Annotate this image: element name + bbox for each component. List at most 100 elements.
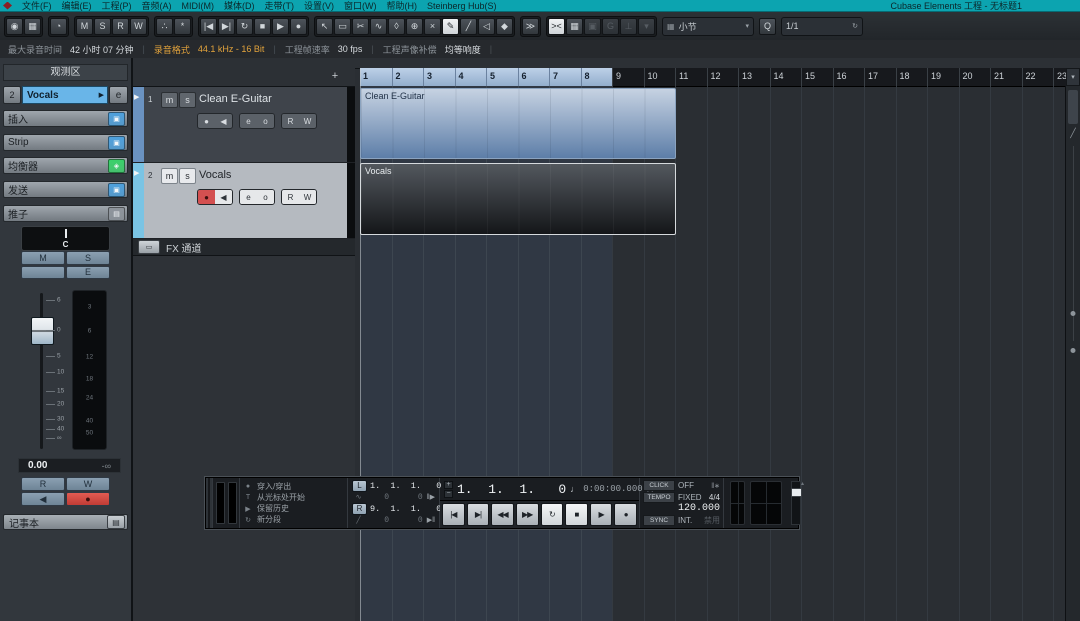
tempo-value[interactable]: 120.000 [678,503,720,514]
edit-channel-button[interactable]: e [240,114,257,128]
ruler-bar-22[interactable]: 22 [1022,68,1054,86]
goto-zero-button[interactable]: |◀ [442,503,465,526]
track-mute-button[interactable]: m [161,92,178,108]
color-tool[interactable]: ◆ [496,18,513,35]
mute-tool[interactable]: × [424,18,441,35]
solo-button[interactable]: S [66,251,110,265]
rewind-button[interactable]: ◀◀ [491,503,514,526]
left-locator-button[interactable]: L [352,480,367,492]
edit-channel-button[interactable]: e [109,86,128,104]
ruler-bar-16[interactable]: 16 [833,68,865,86]
ruler-bar-10[interactable]: 10 [644,68,676,86]
ruler-bar-13[interactable]: 13 [738,68,770,86]
edit-channel-button[interactable]: e [240,190,257,204]
menu-item-0[interactable]: 文件(F) [17,0,57,12]
ruler-bar-1[interactable]: 1 [360,68,392,86]
monitor-button[interactable]: ◀ [21,492,65,506]
mute-button[interactable]: M [21,251,65,265]
menu-item-2[interactable]: 工程(P) [97,0,137,12]
ruler-bar-23[interactable]: 23 [1053,68,1066,86]
menu-item-10[interactable]: Steinberg Hub(S) [422,1,502,11]
vertical-scrollbar[interactable] [1068,90,1078,124]
menu-item-5[interactable]: 媒体(D) [219,0,260,12]
select-tool[interactable]: ↖ [316,18,333,35]
track-row-1[interactable]: ▶1msClean E-Guitar●◀eoRW [133,87,355,163]
ruler-bar-12[interactable]: 12 [707,68,739,86]
notepad-bar[interactable]: 记事本 ▤ [3,514,128,530]
click-button[interactable]: CLICK [643,480,675,491]
global-s-button[interactable]: S [94,18,111,35]
snap-type-grid-button[interactable]: ▦ [566,18,583,35]
window-layout-button[interactable]: ▦ [24,18,41,35]
gain-display[interactable]: 0.00 -∞ [18,458,121,473]
inspector-section-4[interactable]: 推子▤ [3,205,128,222]
right-locator-value[interactable]: 9. 1. 1. 0 [370,504,441,514]
inspector-track-name[interactable]: Vocals ▶ [22,86,108,104]
global-r-button[interactable]: R [112,18,129,35]
glue-tool[interactable]: ∿ [370,18,387,35]
track-solo-button[interactable]: s [179,168,196,184]
record-enable-button[interactable]: ● [66,492,110,506]
eq-icon[interactable]: ◈ [108,159,125,173]
zoom-slider-handle[interactable] [1071,311,1076,316]
menu-item-6[interactable]: 走带(T) [260,0,300,12]
fader-handle[interactable] [31,317,54,345]
transport-grip[interactable] [206,478,213,528]
inserts-icon[interactable]: ▣ [108,112,125,126]
output-level-handle[interactable] [791,488,802,497]
write-automation-button[interactable]: W [299,114,316,128]
goto-end-button[interactable]: ▶| [467,503,490,526]
record-button[interactable]: ● [614,503,637,526]
menu-item-9[interactable]: 帮助(H) [382,0,423,12]
menu-item-4[interactable]: MIDI(M) [177,1,220,11]
ruler-bar-5[interactable]: 5 [486,68,518,86]
ruler-bar-20[interactable]: 20 [959,68,991,86]
ruler-bar-17[interactable]: 17 [864,68,896,86]
read-automation-button[interactable]: R [282,114,299,128]
autoscroll-button[interactable]: ≫ [522,18,539,35]
postroll-values[interactable]: 0 0▶‖ [368,516,435,525]
quantize-dropdown[interactable]: 1/1 ↻ [781,17,863,36]
fader-icon[interactable]: ▤ [108,207,125,221]
secondary-time-display[interactable]: 0:00:00.000 [583,484,642,494]
range-tool[interactable]: ▭ [334,18,351,35]
audio-event-clean-e-guitar[interactable]: Clean E-Guitar [360,88,676,159]
forward-button[interactable]: ▶▶ [516,503,539,526]
track-number-badge[interactable]: 2 [3,86,21,104]
record-button[interactable]: ● [290,18,307,35]
nudge-minus-button[interactable]: − [444,490,453,498]
inspector-section-1[interactable]: Strip▣ [3,134,128,151]
snap-on-off-button[interactable]: >< [548,18,565,35]
ruler-bar-21[interactable]: 21 [990,68,1022,86]
play-button[interactable]: ▶ [590,503,613,526]
track-solo-button[interactable]: s [179,92,196,108]
edit-button[interactable]: E [66,266,110,280]
menu-item-1[interactable]: 编辑(E) [57,0,97,12]
global-w-button[interactable]: W [130,18,147,35]
ruler-bar-3[interactable]: 3 [423,68,455,86]
sync-button[interactable]: SYNC [643,515,675,526]
ruler-bar-15[interactable]: 15 [801,68,833,86]
ruler-options-button[interactable]: ▾ [1066,68,1080,86]
line-tool[interactable]: ╱ [460,18,477,35]
left-locator-value[interactable]: 1. 1. 1. 0 [370,481,441,491]
tempo-button[interactable]: TEMPO [643,492,675,503]
ruler-bar-11[interactable]: 11 [675,68,707,86]
right-locator-button[interactable]: R [352,503,367,515]
activate-project-button[interactable]: ◉ [6,18,23,35]
goto-next-marker-button[interactable]: ▶| [218,18,235,35]
punch-in-icon[interactable]: ‖▶ [427,494,435,501]
ruler-bar-9[interactable]: 9 [612,68,644,86]
stop-button[interactable]: ■ [254,18,271,35]
sends-icon[interactable]: ▣ [108,183,125,197]
fx-channel-folder[interactable]: ▭ FX 通道 [133,239,355,256]
track-name[interactable]: Vocals [199,169,231,181]
ruler-bar-14[interactable]: 14 [770,68,802,86]
goto-previous-marker-button[interactable]: |◀ [200,18,217,35]
ruler-bar-19[interactable]: 19 [927,68,959,86]
track-name[interactable]: Clean E-Guitar [199,93,272,105]
nudge-plus-button[interactable]: + [444,481,453,489]
punch-out-icon[interactable]: ▶‖ [427,517,435,524]
track-mute-button[interactable]: m [161,168,178,184]
record-mode-3[interactable]: ↻新分段 [244,515,343,525]
